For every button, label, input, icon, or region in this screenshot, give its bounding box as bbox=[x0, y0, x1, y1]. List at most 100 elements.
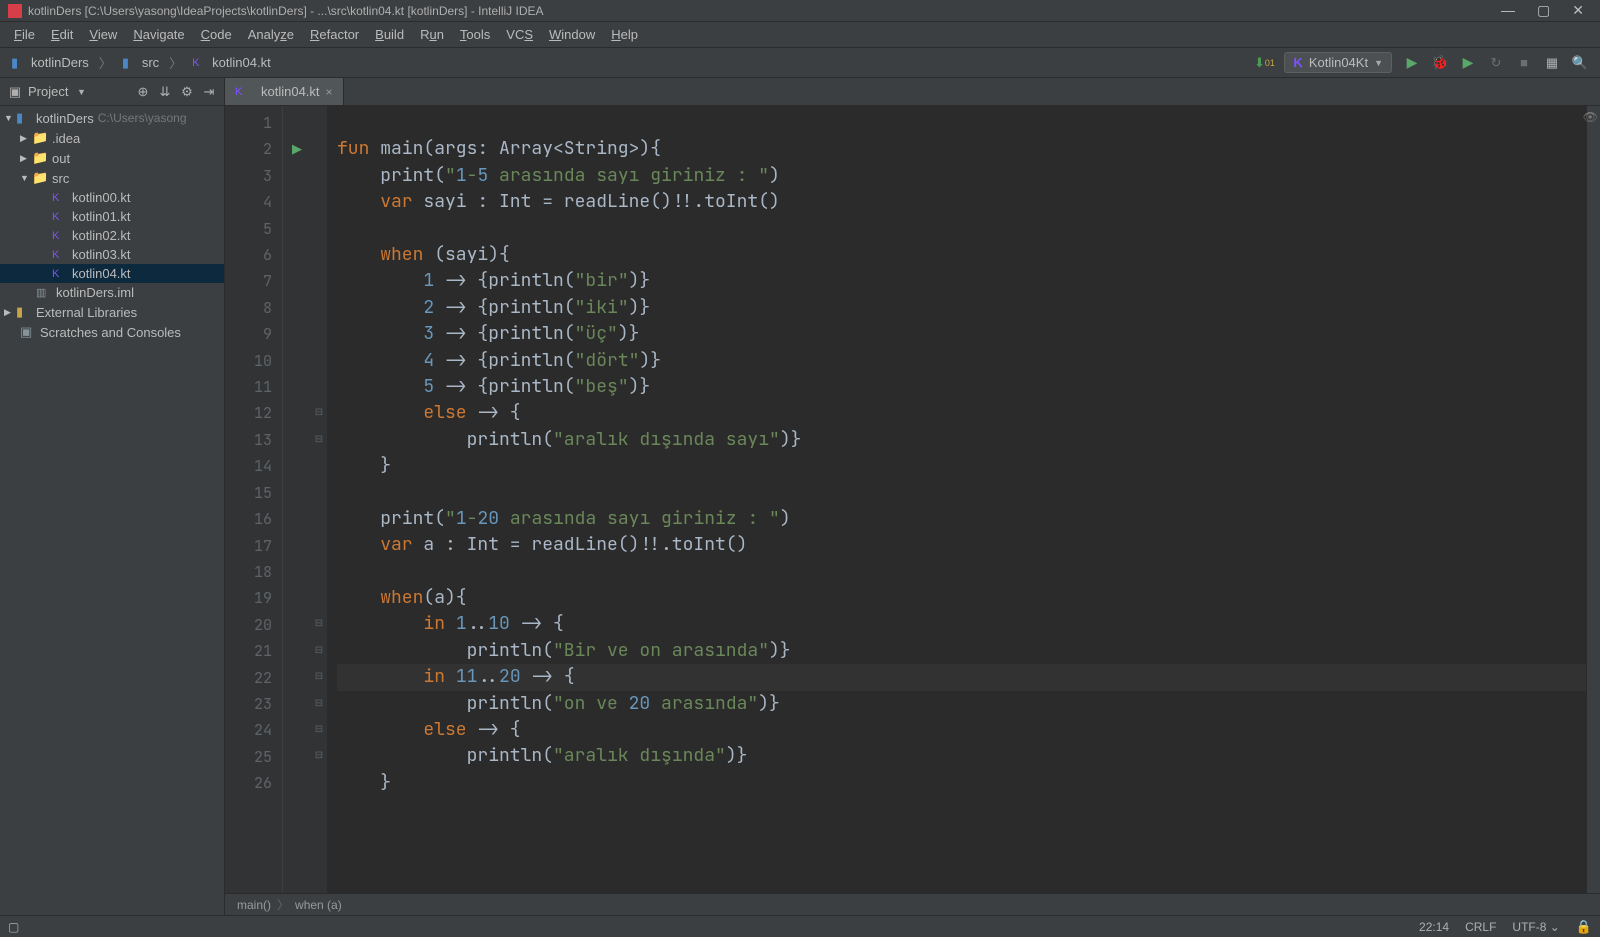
breadcrumb-root[interactable]: ▮ kotlinDers bbox=[6, 53, 94, 73]
breadcrumb-root-label: kotlinDers bbox=[31, 55, 89, 70]
tree-root-label: kotlinDers bbox=[36, 111, 94, 126]
kotlin-file-icon: K bbox=[52, 192, 68, 204]
gutter-fold[interactable]: ⊟⊟⊟⊟⊟⊟⊟⊟ bbox=[311, 106, 327, 893]
line-ending[interactable]: CRLF bbox=[1465, 920, 1496, 934]
project-view-icon[interactable]: ▣ bbox=[6, 83, 24, 101]
project-header: ▣ Project ▼ ⊕ ⇊ ⚙ ⇥ bbox=[0, 78, 224, 106]
tree-file[interactable]: K kotlin02.kt bbox=[0, 226, 224, 245]
run-coverage-button[interactable]: ▶ bbox=[1457, 52, 1479, 74]
run-config-selector[interactable]: K Kotlin04Kt ▼ bbox=[1284, 52, 1392, 73]
chevron-icon: 〉 bbox=[277, 896, 289, 913]
expand-arrow-icon[interactable]: ▶ bbox=[4, 307, 16, 318]
breadcrumb-file[interactable]: K kotlin04.kt bbox=[187, 53, 276, 72]
menu-build[interactable]: Build bbox=[367, 24, 412, 45]
hide-icon[interactable]: ⇥ bbox=[200, 83, 218, 101]
collapse-all-icon[interactable]: ⇊ bbox=[156, 83, 174, 101]
folder-icon: ▮ bbox=[122, 55, 138, 71]
tree-file[interactable]: K kotlin00.kt bbox=[0, 188, 224, 207]
lock-icon[interactable]: 🔒 bbox=[1576, 919, 1592, 935]
menu-run[interactable]: Run bbox=[412, 24, 452, 45]
editor-body[interactable]: 1234567891011121314151617181920212223242… bbox=[225, 106, 1600, 893]
kotlin-file-icon: K bbox=[52, 230, 68, 242]
run-gutter-icon[interactable]: ▶ bbox=[283, 136, 311, 162]
editor-tab[interactable]: K kotlin04.kt × bbox=[225, 78, 344, 105]
minimize-button[interactable]: — bbox=[1501, 2, 1515, 19]
stop-button[interactable]: ■ bbox=[1513, 52, 1535, 74]
maximize-button[interactable]: ▢ bbox=[1537, 2, 1550, 19]
navigation-bar: ▮ kotlinDers 〉 ▮ src 〉 K kotlin04.kt ⬇01… bbox=[0, 48, 1600, 78]
menu-help[interactable]: Help bbox=[603, 24, 646, 45]
menu-edit[interactable]: Edit bbox=[43, 24, 81, 45]
tree-external-libraries[interactable]: ▶ ▮ External Libraries bbox=[0, 302, 224, 322]
close-button[interactable]: ✕ bbox=[1572, 2, 1584, 19]
expand-arrow-icon[interactable]: ▼ bbox=[20, 173, 32, 183]
run-button[interactable]: ▶ bbox=[1401, 52, 1423, 74]
close-tab-button[interactable]: × bbox=[326, 85, 333, 99]
tree-src[interactable]: ▼ 📁 src bbox=[0, 168, 224, 188]
tree-src-label: src bbox=[52, 171, 69, 186]
tree-idea-label: .idea bbox=[52, 131, 80, 146]
file-encoding[interactable]: UTF-8 ⌄ bbox=[1512, 920, 1559, 934]
tree-root[interactable]: ▼ ▮ kotlinDers C:\Users\yasong bbox=[0, 108, 224, 128]
tree-external-label: External Libraries bbox=[36, 305, 137, 320]
module-icon: ▮ bbox=[16, 110, 32, 126]
tree-scratches-label: Scratches and Consoles bbox=[40, 325, 181, 340]
code-editor[interactable]: fun main(args: Array<String>){ print("1-… bbox=[327, 106, 1586, 893]
source-folder-icon: 📁 bbox=[32, 170, 48, 186]
breadcrumb-file-label: kotlin04.kt bbox=[212, 55, 271, 70]
kotlin-file-icon: K bbox=[52, 268, 68, 280]
tree-file-label: kotlin02.kt bbox=[72, 228, 131, 243]
scroll-from-source-icon[interactable]: ⊕ bbox=[134, 83, 152, 101]
kotlin-icon: K bbox=[1293, 55, 1302, 70]
project-tree[interactable]: ▼ ▮ kotlinDers C:\Users\yasong ▶ 📁 .idea… bbox=[0, 106, 224, 915]
window-controls: — ▢ ✕ bbox=[1501, 2, 1584, 19]
tool-window-toggle-icon[interactable]: ▢ bbox=[8, 920, 19, 934]
tree-file-label: kotlin04.kt bbox=[72, 266, 131, 281]
menu-vcs[interactable]: VCS bbox=[498, 24, 541, 45]
title-bar: kotlinDers [C:\Users\yasong\IdeaProjects… bbox=[0, 0, 1600, 22]
tree-idea[interactable]: ▶ 📁 .idea bbox=[0, 128, 224, 148]
menu-tools[interactable]: Tools bbox=[452, 24, 498, 45]
status-bar: ▢ 22:14 CRLF UTF-8 ⌄ 🔒 bbox=[0, 915, 1600, 937]
crumb-function[interactable]: main() bbox=[237, 898, 271, 912]
line-numbers-gutter[interactable]: 1234567891011121314151617181920212223242… bbox=[225, 106, 283, 893]
search-everywhere-button[interactable]: 🔍 bbox=[1569, 52, 1591, 74]
chevron-down-icon[interactable]: ▼ bbox=[72, 83, 90, 101]
menu-file[interactable]: File bbox=[6, 24, 43, 45]
chevron-icon: 〉 bbox=[96, 53, 115, 72]
profiler-button[interactable]: ↻ bbox=[1485, 52, 1507, 74]
tree-file-label: kotlin01.kt bbox=[72, 209, 131, 224]
debug-button[interactable]: 🐞 bbox=[1429, 52, 1451, 74]
cursor-position[interactable]: 22:14 bbox=[1419, 920, 1449, 934]
expand-arrow-icon[interactable]: ▼ bbox=[4, 113, 16, 123]
tree-scratches[interactable]: ▣ Scratches and Consoles bbox=[0, 322, 224, 342]
breadcrumb-src-label: src bbox=[142, 55, 159, 70]
crumb-block[interactable]: when (a) bbox=[295, 898, 342, 912]
app-icon bbox=[8, 4, 22, 18]
editor-scrollbar[interactable]: 👁 bbox=[1586, 106, 1600, 893]
tree-root-path: C:\Users\yasong bbox=[98, 111, 187, 125]
inspection-eye-icon[interactable]: 👁 bbox=[1583, 110, 1598, 124]
build-icon[interactable]: ⬇01 bbox=[1253, 52, 1275, 74]
tree-file[interactable]: K kotlin03.kt bbox=[0, 245, 224, 264]
menu-view[interactable]: View bbox=[81, 24, 125, 45]
iml-file-icon: ▥ bbox=[36, 286, 52, 299]
menu-code[interactable]: Code bbox=[193, 24, 240, 45]
menu-window[interactable]: Window bbox=[541, 24, 603, 45]
menu-bar: File Edit View Navigate Code Analyze Ref… bbox=[0, 22, 1600, 48]
run-config-label: Kotlin04Kt bbox=[1309, 55, 1368, 70]
expand-arrow-icon[interactable]: ▶ bbox=[20, 133, 32, 144]
scratches-icon: ▣ bbox=[20, 324, 36, 340]
tree-out[interactable]: ▶ 📁 out bbox=[0, 148, 224, 168]
tree-file[interactable]: K kotlin01.kt bbox=[0, 207, 224, 226]
menu-refactor[interactable]: Refactor bbox=[302, 24, 367, 45]
menu-navigate[interactable]: Navigate bbox=[125, 24, 192, 45]
gear-icon[interactable]: ⚙ bbox=[178, 83, 196, 101]
menu-analyze[interactable]: Analyze bbox=[240, 24, 302, 45]
expand-arrow-icon[interactable]: ▶ bbox=[20, 153, 32, 164]
structure-button[interactable]: ▦ bbox=[1541, 52, 1563, 74]
folder-icon: ▮ bbox=[11, 55, 27, 71]
breadcrumb-src[interactable]: ▮ src bbox=[117, 53, 164, 73]
tree-iml[interactable]: ▥ kotlinDers.iml bbox=[0, 283, 224, 302]
tree-file-selected[interactable]: K kotlin04.kt bbox=[0, 264, 224, 283]
